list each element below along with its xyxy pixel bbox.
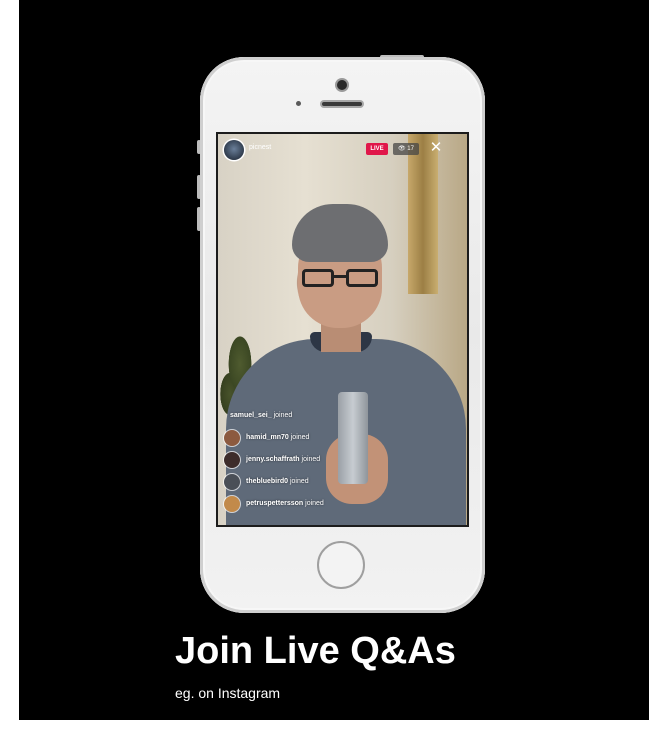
feed-username[interactable]: hamid_mn70	[246, 434, 289, 441]
proximity-sensor	[296, 101, 301, 106]
glasses-lens-right	[346, 269, 378, 287]
user-avatar[interactable]	[224, 452, 240, 468]
live-top-bar: picnest LIVE 👁 17 ✕	[218, 134, 467, 164]
live-badge: LIVE	[366, 143, 388, 155]
feed-item: hamid_mn70 joined	[224, 428, 384, 450]
slide-subline: eg. on Instagram	[175, 685, 281, 701]
feed-action: joined	[288, 478, 309, 485]
feed-action: joined	[303, 500, 324, 507]
feed-action: joined	[288, 434, 310, 441]
phone-mockup: picnest LIVE 👁 17 ✕ samuel_sei_ joined h…	[200, 57, 485, 613]
user-avatar[interactable]	[224, 430, 240, 446]
feed-action: joined	[271, 412, 293, 419]
slide-left-rule	[19, 0, 25, 720]
feed-item: samuel_sei_ joined	[224, 406, 384, 428]
feed-item: jenny.schaffrath joined	[224, 450, 384, 472]
viewer-count: 👁 17	[398, 146, 414, 152]
feed-text: thebluebird0 joined	[246, 478, 309, 485]
home-button[interactable]	[317, 541, 365, 589]
video-presenter-hair	[292, 204, 388, 262]
feed-username[interactable]: samuel_sei_	[230, 412, 272, 419]
user-avatar[interactable]	[224, 474, 240, 490]
video-presenter-glasses	[302, 269, 378, 289]
host-username[interactable]: picnest	[249, 144, 271, 151]
close-icon[interactable]: ✕	[428, 140, 444, 156]
feed-text: petruspettersson joined	[246, 500, 324, 507]
host-avatar[interactable]	[224, 140, 244, 160]
earpiece-speaker	[322, 102, 362, 106]
join-feed: samuel_sei_ joined hamid_mn70 joined jen…	[224, 406, 384, 516]
viewer-count-badge[interactable]: 👁 17	[393, 143, 419, 155]
slide-headline: Join Live Q&As	[175, 630, 456, 672]
feed-item: petruspettersson joined	[224, 494, 384, 516]
feed-username[interactable]: jenny.schaffrath	[246, 456, 300, 463]
glasses-bridge	[334, 275, 346, 278]
feed-username[interactable]: petruspettersson	[246, 500, 303, 507]
phone-screen: picnest LIVE 👁 17 ✕ samuel_sei_ joined h…	[216, 132, 469, 527]
front-camera	[337, 80, 347, 90]
feed-text: jenny.schaffrath joined	[246, 456, 320, 463]
feed-item: thebluebird0 joined	[224, 472, 384, 494]
feed-text: samuel_sei_ joined	[230, 412, 292, 419]
slide-background: picnest LIVE 👁 17 ✕ samuel_sei_ joined h…	[19, 0, 649, 720]
feed-text: hamid_mn70 joined	[246, 434, 309, 441]
glasses-lens-left	[302, 269, 334, 287]
feed-username[interactable]: thebluebird0	[246, 478, 288, 485]
user-avatar[interactable]	[224, 496, 240, 512]
feed-action: joined	[299, 456, 321, 463]
